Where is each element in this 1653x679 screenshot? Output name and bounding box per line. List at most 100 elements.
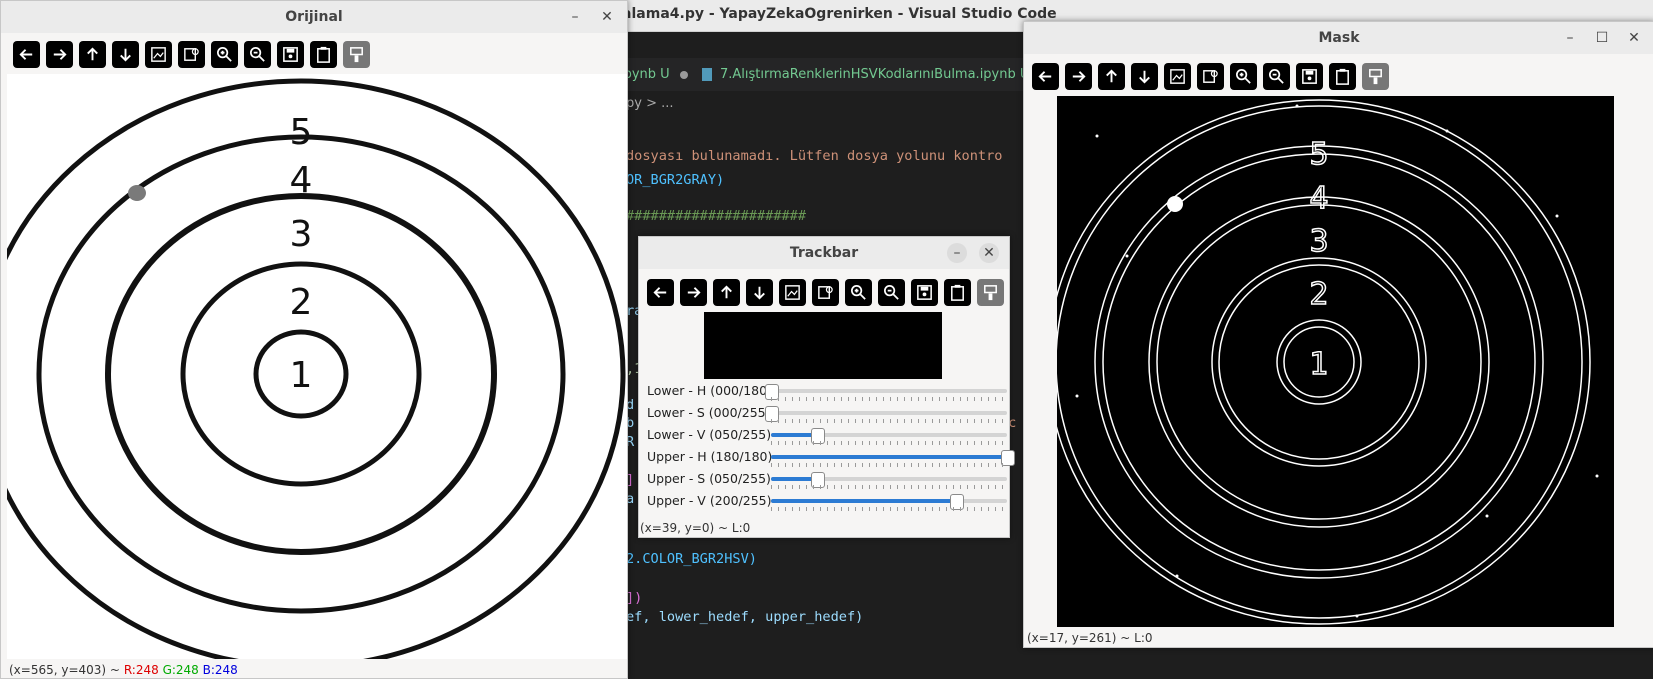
zoom-fit-icon (1170, 69, 1185, 84)
pan-left-icon (653, 287, 667, 298)
save-button[interactable] (1296, 63, 1323, 90)
slider-row: Upper - H (180/180) (639, 447, 1015, 469)
zoom-in-icon (850, 284, 866, 300)
vscode-tab-hsv-notebook[interactable]: 7.AlıştırmaRenklerinHSVKodlarınıBulma.ip… (702, 58, 1048, 91)
zoom-fit-icon (785, 285, 800, 300)
pan-right-button[interactable] (46, 41, 73, 68)
copy-clipboard-button[interactable] (310, 41, 337, 68)
pan-down-button[interactable] (112, 41, 139, 68)
properties-button[interactable] (343, 41, 370, 68)
pan-right-button[interactable] (680, 279, 707, 306)
pan-left-button[interactable] (647, 279, 674, 306)
zoom-fit-button[interactable] (145, 41, 172, 68)
mask-number-5: 5 (1309, 137, 1328, 172)
copy-clipboard-button[interactable] (944, 279, 971, 306)
unsaved-dot-icon (679, 70, 688, 79)
slider-track[interactable] (765, 384, 1007, 400)
pan-left-button[interactable] (1032, 63, 1059, 90)
pan-right-button[interactable] (1065, 63, 1092, 90)
pixel-red: R:248 (123, 663, 159, 677)
zoom-original-icon (818, 286, 833, 299)
mask-toolbar (1032, 63, 1389, 90)
zoom-original-button[interactable] (1197, 63, 1224, 90)
pan-up-icon (721, 285, 732, 299)
target-image: 1 2 3 4 5 (7, 78, 626, 659)
slider-ticks (771, 463, 1007, 467)
save-button[interactable] (277, 41, 304, 68)
slider-track[interactable] (765, 406, 1007, 422)
orijinal-titlebar: Orijinal – ✕ (1, 1, 627, 33)
code-line: OR_BGR2GRAY) (626, 172, 725, 188)
slider-track[interactable] (771, 472, 1007, 488)
slider-track[interactable] (771, 450, 1015, 466)
maximize-button[interactable]: ☐ (1592, 28, 1612, 48)
code-line: dosyası bulunamadı. Lütfen dosya yolunu … (626, 148, 1003, 164)
ring-5 (7, 78, 626, 659)
pan-down-button[interactable] (746, 279, 773, 306)
slider-ticks (771, 419, 1007, 423)
pan-up-button[interactable] (79, 41, 106, 68)
trackbar-titlebar: Trackbar – ✕ (639, 237, 1009, 269)
notebook-file-icon (702, 68, 712, 81)
slider-track[interactable] (771, 494, 1007, 510)
slider-ticks (771, 441, 1007, 445)
zoom-in-button[interactable] (211, 41, 238, 68)
mask-target-image: 1 2 3 4 5 (1057, 99, 1599, 625)
slider-fill (771, 455, 1007, 459)
pan-down-button[interactable] (1131, 63, 1158, 90)
zoom-out-button[interactable] (1263, 63, 1290, 90)
slider-row: Lower - S (000/255) (639, 403, 1009, 425)
minimize-button[interactable]: – (947, 243, 967, 263)
orijinal-status-bar: (x=565, y=403) ~ R:248 G:248 B:248 (9, 663, 238, 677)
orijinal-window: Orijinal – ✕ 1 2 3 4 5 (x=565, y=403) ~ R:24… (0, 0, 628, 679)
orijinal-toolbar (13, 41, 370, 68)
zoom-original-icon (184, 48, 199, 61)
slider-track[interactable] (771, 428, 1007, 444)
zoom-out-button[interactable] (878, 279, 905, 306)
zoom-fit-icon (151, 47, 166, 62)
zoom-in-button[interactable] (1230, 63, 1257, 90)
zoom-fit-button[interactable] (1164, 63, 1191, 90)
zoom-fit-button[interactable] (779, 279, 806, 306)
zoom-original-button[interactable] (178, 41, 205, 68)
mask-noise-specks (1075, 104, 1599, 618)
pixel-green: G:248 (162, 663, 199, 677)
code-line: ef, lower_hedef, upper_hedef) (626, 609, 864, 625)
mask-number-3: 3 (1309, 224, 1328, 259)
pan-left-button[interactable] (13, 41, 40, 68)
save-icon (283, 47, 298, 62)
zoom-in-button[interactable] (845, 279, 872, 306)
vscode-tab-ipynb[interactable]: ipynb U (620, 58, 688, 91)
copy-clipboard-button[interactable] (1329, 63, 1356, 90)
close-button[interactable]: ✕ (1624, 28, 1644, 48)
slider-label: Upper - S (050/255) (647, 471, 771, 486)
zoom-original-button[interactable] (812, 279, 839, 306)
close-button[interactable]: ✕ (597, 7, 617, 27)
code-line: ###################### (626, 208, 807, 224)
properties-button[interactable] (977, 279, 1004, 306)
copy-clipboard-icon (1336, 68, 1349, 85)
close-button[interactable]: ✕ (979, 243, 999, 263)
slider-row: Upper - S (050/255) (639, 469, 1009, 491)
pan-up-button[interactable] (713, 279, 740, 306)
code-line: ]) (626, 590, 643, 606)
mask-number-2: 2 (1309, 277, 1328, 312)
slider-fill (771, 499, 957, 503)
breadcrumb[interactable]: py > ... (626, 96, 674, 111)
zoom-original-icon (1203, 70, 1218, 83)
zoom-out-button[interactable] (244, 41, 271, 68)
save-button[interactable] (911, 279, 938, 306)
zoom-in-icon (216, 46, 232, 62)
pan-down-icon (754, 286, 765, 300)
mask-number-1: 1 (1309, 347, 1328, 382)
slider-row: Lower - H (000/180) (639, 381, 1009, 403)
mask-number-4: 4 (1309, 181, 1328, 216)
properties-button[interactable] (1362, 63, 1389, 90)
mask-ink-blot (1167, 196, 1183, 212)
ink-blot (128, 185, 146, 201)
trackbar-preview (704, 312, 942, 379)
minimize-button[interactable]: – (565, 7, 585, 27)
minimize-button[interactable]: – (1560, 28, 1580, 48)
target-number-1: 1 (290, 355, 313, 396)
pan-up-button[interactable] (1098, 63, 1125, 90)
